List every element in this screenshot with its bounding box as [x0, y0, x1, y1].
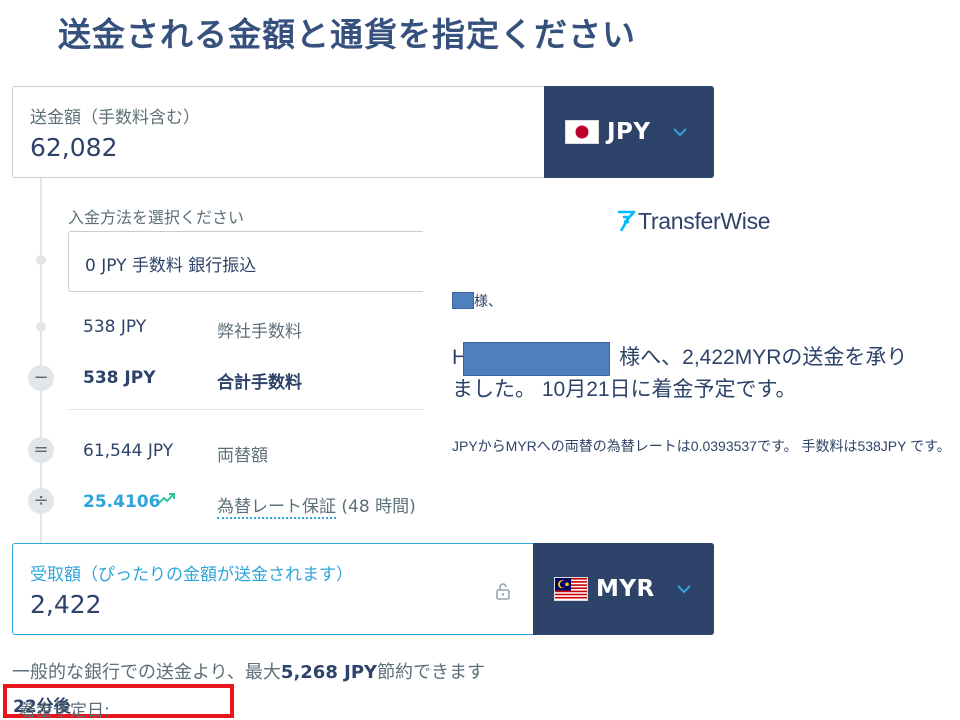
send-amount-field[interactable]: 送金額（手数料含む） 62,082 JPY: [12, 86, 714, 178]
divider: [68, 409, 440, 410]
receive-currency-select[interactable]: MYR: [533, 543, 714, 635]
receive-currency-code: MYR: [596, 576, 655, 602]
receive-amount-field[interactable]: 受取額（ぴったりの金額が送金されます） 2,422 MYR: [12, 543, 714, 635]
arrival-highlight: 着金予定日: 22分後: [3, 684, 234, 720]
timeline-dot: [36, 322, 46, 332]
japan-flag-icon: [566, 121, 598, 143]
trend-up-icon: [158, 493, 175, 504]
rate-guarantee[interactable]: 為替レート保証 (48 時間): [217, 492, 416, 519]
email-greeting: 様、: [474, 294, 502, 310]
rate-guarantee-link[interactable]: 為替レート保証: [217, 497, 336, 519]
send-amount-label: 送金額（手数料含む）: [30, 108, 200, 128]
savings-suffix: 節約できます: [377, 662, 486, 683]
savings-amount: 5,268 JPY: [280, 662, 378, 683]
receive-amount-label: 受取額（ぴったりの金額が送金されます）: [30, 565, 353, 585]
unlock-icon[interactable]: [495, 582, 511, 600]
transferwise-flag-icon: [618, 210, 636, 232]
payment-method-value: 0 JPY 手数料 銀行振込: [85, 256, 257, 276]
email-message-line2: ました。 10月21日に着金予定です。: [452, 378, 797, 401]
rate-guarantee-hours: (48 時間): [336, 497, 416, 517]
brand-name: TransferWise: [638, 208, 771, 234]
our-fee-label: 弊社手数料: [217, 322, 302, 342]
send-currency-select[interactable]: JPY: [544, 86, 714, 178]
email-rate-note: JPYからMYRへの両替の為替レートは0.0393537です。 手数料は538J…: [452, 438, 951, 454]
savings-prefix: 一般的な銀行での送金より、最大: [12, 662, 281, 683]
chevron-down-icon: [672, 128, 687, 137]
send-currency-code: JPY: [607, 119, 651, 145]
arrival-text: 着金予定日: 22分後: [13, 692, 110, 720]
divide-icon: ÷: [28, 488, 54, 514]
exchange-rate: 25.4106: [83, 492, 161, 512]
send-amount-input[interactable]: 62,082: [30, 133, 117, 162]
total-fee-label: 合計手数料: [217, 373, 302, 393]
receive-amount-input[interactable]: 2,422: [30, 590, 102, 619]
transferwise-logo: TransferWise: [615, 208, 771, 235]
chevron-down-icon: [677, 585, 691, 594]
total-fee-amount: 538 JPY: [83, 368, 156, 388]
email-message-text: 様へ、2,422MYRの送金を承り: [619, 346, 908, 369]
payment-method-select[interactable]: 0 JPY 手数料 銀行振込: [68, 231, 440, 292]
malaysia-flag-icon: [555, 578, 587, 600]
redacted-name: [452, 292, 474, 309]
timeline-dot: [36, 255, 46, 265]
payment-method-label: 入金方法を選択ください: [68, 208, 245, 227]
our-fee-amount: 538 JPY: [83, 317, 147, 337]
converted-label: 両替額: [217, 446, 268, 466]
arrival-label: 着金予定日:: [19, 701, 110, 720]
page-title: 送金される金額と通貨を指定ください: [58, 15, 636, 54]
savings-text: 一般的な銀行での送金より、最大5,268 JPY節約できます: [12, 658, 485, 684]
converted-amount: 61,544 JPY: [83, 441, 174, 461]
redacted-recipient: [463, 342, 610, 376]
minus-icon: −: [28, 365, 54, 391]
equals-icon: =: [28, 437, 54, 463]
